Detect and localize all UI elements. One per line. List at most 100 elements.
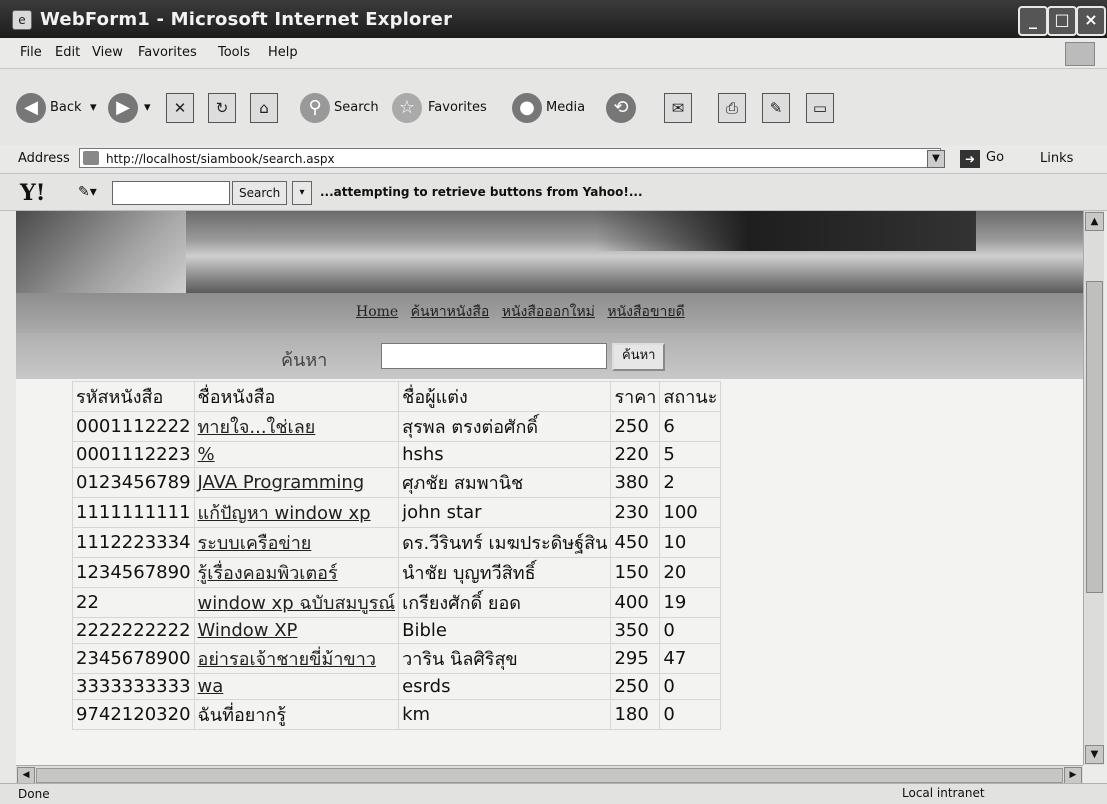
search-field-label: ค้นหา [281,350,328,371]
cell-author: john star [398,497,612,528]
stop-icon[interactable]: ✕ [166,93,194,123]
close-button[interactable]: × [1076,6,1106,36]
go-button[interactable]: Go [986,150,1004,165]
back-arrow-icon[interactable]: ◀ [16,93,46,123]
cell-price: 250 [610,411,661,442]
status-bar: Done Local intranet [0,783,1107,804]
minimize-button[interactable]: _ [1018,6,1048,36]
scroll-right-icon[interactable]: ▶ [1064,767,1082,784]
table-row: 2345678900 อย่ารอเจ้าชายขี่ม้าขาว วาริน … [72,643,722,674]
scroll-up-icon[interactable]: ▲ [1085,212,1104,231]
table-row: 2222222222 Window XP Bible 350 0 [72,617,722,644]
book-title-link[interactable]: ระบบเครือข่าย [198,533,312,554]
cell-author: นำชัย บุญทวีสิทธิ์ [398,557,612,588]
book-title-link[interactable]: window xp ฉบับสมบูรณ์ [198,593,396,614]
favorites-star-icon[interactable]: ☆ [392,93,422,123]
vertical-scroll-thumb[interactable] [1086,281,1103,593]
book-title-link[interactable]: Window XP [198,620,298,641]
horizontal-scroll-thumb[interactable] [36,768,1063,783]
print-icon[interactable]: ⎙ [718,93,746,123]
yahoo-search-button[interactable]: Search [232,181,288,205]
nav-bestsellers[interactable]: หนังสือขายดี [607,304,684,320]
menu-view[interactable]: View [92,45,123,60]
page-favicon-icon [83,151,99,165]
cell-code: 2345678900 [72,643,195,674]
book-title-link[interactable]: แก้ปัญหา window xp [198,503,371,524]
book-title-link[interactable]: ทายใจ...ใช่เลย [198,417,316,438]
yahoo-dropdown-icon[interactable]: ▾ [292,181,312,205]
book-search-input[interactable] [381,343,607,369]
menu-edit[interactable]: Edit [55,45,80,60]
cell-title: wa [193,673,400,700]
menu-file[interactable]: File [20,45,42,60]
book-title-text[interactable]: ฉันที่อยากรู้ [198,705,286,726]
cell-status: 0 [659,699,722,730]
address-dropdown-icon[interactable]: ▼ [927,150,945,168]
back-label[interactable]: Back [50,100,82,115]
cell-author: สุรพล ตรงต่อศักดิ์ [398,411,612,442]
media-icon[interactable]: ● [512,93,542,123]
address-input[interactable]: http://localhost/siambook/search.aspx [79,148,941,168]
cell-code: 1111111111 [72,497,195,528]
cell-author: ดร.วีรินทร์ เมฆประดิษฐ์สิน [398,527,612,558]
banner-image-left [16,211,186,293]
header-book-name: ชื่อหนังสือ [193,381,400,412]
pencil-icon[interactable]: ✎▾ [78,184,97,200]
vertical-scrollbar[interactable]: ▲ ▼ [1083,211,1104,765]
nav-new-books[interactable]: หนังสือออกใหม่ [502,304,595,320]
window-title: WebForm1 - Microsoft Internet Explorer [40,9,453,30]
refresh-icon[interactable]: ↻ [208,93,236,123]
book-search-button[interactable]: ค้นหา [612,343,666,371]
cell-status: 0 [659,673,722,700]
book-title-link[interactable]: รู้เรื่องคอมพิวเตอร์ [198,563,338,584]
nav-home[interactable]: Home [356,304,398,320]
book-title-link[interactable]: อย่ารอเจ้าชายขี่ม้าขาว [198,649,376,670]
cell-price: 380 [610,467,661,498]
search-label[interactable]: Search [334,100,379,115]
cell-status: 6 [659,411,722,442]
forward-arrow-icon[interactable]: ▶ [108,93,138,123]
menu-tools[interactable]: Tools [218,45,250,60]
history-icon[interactable]: ⟲ [606,93,636,123]
scroll-left-icon[interactable]: ◀ [17,767,35,784]
maximize-button[interactable]: □ [1047,6,1077,36]
status-done: Done [18,787,50,801]
favorites-label[interactable]: Favorites [428,100,487,115]
book-title-link[interactable]: wa [198,676,224,697]
go-arrow-icon[interactable]: ➜ [960,150,980,168]
cell-code: 0001112222 [72,411,195,442]
cell-title: แก้ปัญหา window xp [193,497,400,528]
cell-code: 0123456789 [72,467,195,498]
back-dropdown-icon[interactable]: ▾ [90,100,97,115]
yahoo-logo-icon[interactable]: Y! [20,180,45,206]
nav-search-books[interactable]: ค้นหาหนังสือ [411,304,490,320]
forward-dropdown-icon[interactable]: ▾ [144,100,151,115]
menu-help[interactable]: Help [268,45,298,60]
mail-icon[interactable]: ✉ [664,93,692,123]
cell-title: JAVA Programming [193,467,400,498]
cell-title: ฉันที่อยากรู้ [193,699,400,730]
cell-price: 400 [610,587,661,618]
page-content: Home ค้นหาหนังสือ หนังสือออกใหม่ หนังสือ… [16,211,1083,765]
table-row: 1112223334 ระบบเครือข่าย ดร.วีรินทร์ เมฆ… [72,527,722,558]
cell-status: 20 [659,557,722,588]
yahoo-search-input[interactable] [112,181,230,205]
cell-title: % [193,441,400,468]
cell-author: Bible [398,617,612,644]
header-author: ชื่อผู้แต่ง [398,381,612,412]
discuss-icon[interactable]: ▭ [806,93,834,123]
cell-code: 1234567890 [72,557,195,588]
edit-icon[interactable]: ✎ [762,93,790,123]
book-title-link[interactable]: % [198,444,215,465]
scroll-down-icon[interactable]: ▼ [1085,745,1104,764]
book-title-link[interactable]: JAVA Programming [198,472,365,493]
cell-code: 0001112223 [72,441,195,468]
cell-title: ทายใจ...ใช่เลย [193,411,400,442]
search-icon[interactable]: ⚲ [300,93,330,123]
horizontal-scrollbar[interactable]: ◀ ▶ [16,765,1083,784]
media-label[interactable]: Media [546,100,585,115]
home-icon[interactable]: ⌂ [250,93,278,123]
cell-title: ระบบเครือข่าย [193,527,400,558]
links-button[interactable]: Links [1040,151,1073,166]
menu-favorites[interactable]: Favorites [138,45,197,60]
